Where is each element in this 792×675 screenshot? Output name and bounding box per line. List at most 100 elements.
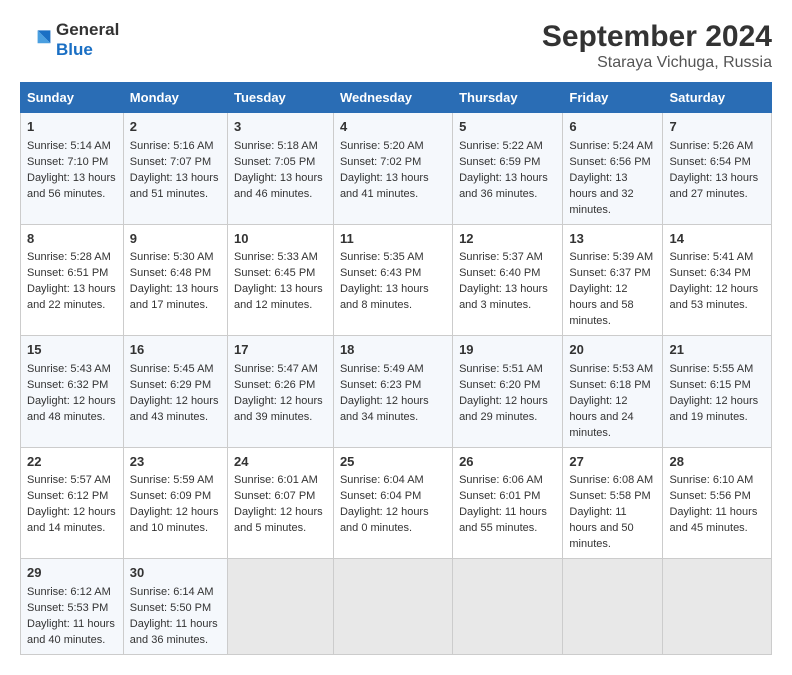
sunset-text: Sunset: 6:18 PM: [569, 379, 650, 391]
sunset-text: Sunset: 6:51 PM: [27, 267, 108, 279]
sunrise-text: Sunrise: 5:59 AM: [130, 474, 214, 486]
day-number: 9: [130, 230, 221, 249]
daylight-text: Daylight: 12 hours and 39 minutes.: [234, 395, 323, 423]
daylight-text: Daylight: 12 hours and 29 minutes.: [459, 395, 548, 423]
sunrise-text: Sunrise: 6:10 AM: [669, 474, 753, 486]
calendar-cell: 13Sunrise: 5:39 AMSunset: 6:37 PMDayligh…: [563, 224, 663, 336]
sunrise-text: Sunrise: 5:53 AM: [569, 363, 653, 375]
calendar-week-row: 1 Sunrise: 5:14 AM Sunset: 7:10 PM Daylight…: [21, 113, 772, 225]
calendar-cell: [453, 559, 563, 655]
sunrise-text: Sunrise: 5:41 AM: [669, 251, 753, 263]
day-number: 27: [569, 453, 656, 472]
sunset-text: Sunset: 6:43 PM: [340, 267, 421, 279]
calendar-cell: 23Sunrise: 5:59 AMSunset: 6:09 PMDayligh…: [123, 447, 227, 559]
calendar-week-row: 8 Sunrise: 5:28 AM Sunset: 6:51 PM Daylight…: [21, 224, 772, 336]
sunset-text: Sunset: 6:59 PM: [459, 156, 540, 168]
daylight-text: Daylight: 13 hours and 32 minutes.: [569, 172, 633, 216]
calendar-week-row: 29Sunrise: 6:12 AMSunset: 5:53 PMDayligh…: [21, 559, 772, 655]
sunset-text: Sunset: 6:37 PM: [569, 267, 650, 279]
daylight-text: Daylight: 13 hours and 8 minutes.: [340, 283, 429, 311]
calendar-cell: 16Sunrise: 5:45 AMSunset: 6:29 PMDayligh…: [123, 336, 227, 448]
daylight-text: Daylight: 13 hours and 56 minutes.: [27, 172, 116, 200]
sunrise-text: Sunrise: 5:47 AM: [234, 363, 318, 375]
calendar-title: September 2024: [542, 20, 772, 54]
calendar-cell: 7Sunrise: 5:26 AMSunset: 6:54 PMDaylight…: [663, 113, 772, 225]
daylight-text: Daylight: 12 hours and 43 minutes.: [130, 395, 219, 423]
day-number: 8: [27, 230, 117, 249]
calendar-cell: 11 Sunrise: 5:35 AM Sunset: 6:43 PM Dayligh…: [333, 224, 452, 336]
sunrise-text: Sunrise: 5:18 AM: [234, 140, 318, 152]
calendar-subtitle: Staraya Vichuga, Russia: [542, 54, 772, 72]
daylight-text: Daylight: 12 hours and 14 minutes.: [27, 506, 116, 534]
sunrise-text: Sunrise: 6:06 AM: [459, 474, 543, 486]
daylight-text: Daylight: 12 hours and 19 minutes.: [669, 395, 758, 423]
sunset-text: Sunset: 6:04 PM: [340, 490, 421, 502]
calendar-cell: [333, 559, 452, 655]
day-number: 20: [569, 341, 656, 360]
calendar-cell: 21Sunrise: 5:55 AMSunset: 6:15 PMDayligh…: [663, 336, 772, 448]
calendar-cell: 25Sunrise: 6:04 AMSunset: 6:04 PMDayligh…: [333, 447, 452, 559]
calendar-table: SundayMondayTuesdayWednesdayThursdayFrid…: [20, 82, 772, 655]
page-header: General Blue September 2024 Staraya Vich…: [20, 20, 772, 72]
day-number: 1: [27, 118, 117, 137]
day-number: 13: [569, 230, 656, 249]
calendar-cell: 15Sunrise: 5:43 AMSunset: 6:32 PMDayligh…: [21, 336, 124, 448]
day-number: 11: [340, 230, 446, 249]
logo-icon: [20, 24, 52, 56]
sunset-text: Sunset: 6:48 PM: [130, 267, 211, 279]
sunset-text: Sunset: 6:45 PM: [234, 267, 315, 279]
calendar-cell: [663, 559, 772, 655]
sunset-text: Sunset: 7:10 PM: [27, 156, 108, 168]
sunrise-text: Sunrise: 5:45 AM: [130, 363, 214, 375]
calendar-cell: 14Sunrise: 5:41 AMSunset: 6:34 PMDayligh…: [663, 224, 772, 336]
calendar-cell: 9Sunrise: 5:30 AMSunset: 6:48 PMDaylight…: [123, 224, 227, 336]
day-number: 10: [234, 230, 327, 249]
daylight-text: Daylight: 13 hours and 36 minutes.: [459, 172, 548, 200]
calendar-cell: 12Sunrise: 5:37 AMSunset: 6:40 PMDayligh…: [453, 224, 563, 336]
sunset-text: Sunset: 6:07 PM: [234, 490, 315, 502]
sunrise-text: Sunrise: 5:43 AM: [27, 363, 111, 375]
sunrise-text: Sunrise: 6:08 AM: [569, 474, 653, 486]
calendar-cell: 3Sunrise: 5:18 AMSunset: 7:05 PMDaylight…: [228, 113, 334, 225]
daylight-text: Daylight: 12 hours and 0 minutes.: [340, 506, 429, 534]
sunrise-text: Sunrise: 5:16 AM: [130, 140, 214, 152]
calendar-cell: 28Sunrise: 6:10 AMSunset: 5:56 PMDayligh…: [663, 447, 772, 559]
day-number: 17: [234, 341, 327, 360]
calendar-cell: [228, 559, 334, 655]
sunrise-text: Sunrise: 5:35 AM: [340, 251, 424, 263]
sunset-text: Sunset: 6:23 PM: [340, 379, 421, 391]
daylight-text: Daylight: 13 hours and 12 minutes.: [234, 283, 323, 311]
daylight-text: Daylight: 11 hours and 36 minutes.: [130, 618, 218, 646]
weekday-header: Monday: [123, 83, 227, 113]
daylight-text: Daylight: 13 hours and 17 minutes.: [130, 283, 219, 311]
day-number: 3: [234, 118, 327, 137]
day-number: 6: [569, 118, 656, 137]
sunset-text: Sunset: 7:07 PM: [130, 156, 211, 168]
sunset-text: Sunset: 6:01 PM: [459, 490, 540, 502]
sunset-text: Sunset: 6:26 PM: [234, 379, 315, 391]
sunset-text: Sunset: 6:34 PM: [669, 267, 750, 279]
sunrise-text: Sunrise: 6:04 AM: [340, 474, 424, 486]
sunrise-text: Sunrise: 6:01 AM: [234, 474, 318, 486]
sunrise-text: Sunrise: 5:14 AM: [27, 140, 111, 152]
day-number: 21: [669, 341, 765, 360]
daylight-text: Daylight: 13 hours and 41 minutes.: [340, 172, 429, 200]
sunrise-text: Sunrise: 5:28 AM: [27, 251, 111, 263]
day-number: 22: [27, 453, 117, 472]
weekday-header: Thursday: [453, 83, 563, 113]
day-number: 5: [459, 118, 556, 137]
calendar-cell: 10Sunrise: 5:33 AMSunset: 6:45 PMDayligh…: [228, 224, 334, 336]
calendar-cell: 27Sunrise: 6:08 AMSunset: 5:58 PMDayligh…: [563, 447, 663, 559]
sunrise-text: Sunrise: 5:22 AM: [459, 140, 543, 152]
calendar-cell: 5 Sunrise: 5:22 AM Sunset: 6:59 PM Daylight…: [453, 113, 563, 225]
weekday-header: Friday: [563, 83, 663, 113]
calendar-cell: 4Sunrise: 5:20 AMSunset: 7:02 PMDaylight…: [333, 113, 452, 225]
sunset-text: Sunset: 6:20 PM: [459, 379, 540, 391]
day-number: 2: [130, 118, 221, 137]
day-number: 12: [459, 230, 556, 249]
sunset-text: Sunset: 7:02 PM: [340, 156, 421, 168]
day-number: 7: [669, 118, 765, 137]
sunset-text: Sunset: 6:29 PM: [130, 379, 211, 391]
day-number: 28: [669, 453, 765, 472]
sunrise-text: Sunrise: 5:20 AM: [340, 140, 424, 152]
